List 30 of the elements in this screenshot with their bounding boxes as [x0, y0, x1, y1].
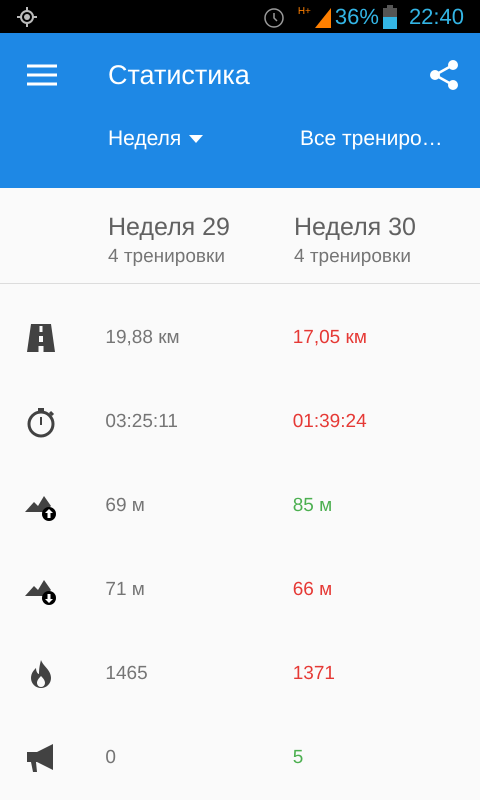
road-icon	[24, 322, 57, 354]
workout-count: 4 тренировки	[108, 245, 226, 270]
week-title: Неделя 29	[108, 212, 231, 243]
battery-percent: 36%	[334, 3, 379, 31]
battery-icon	[382, 4, 397, 28]
stat-value: 69 м	[105, 494, 145, 516]
workout-count: 4 тренировки	[294, 245, 412, 270]
network-type: H+	[298, 5, 311, 19]
stat-value: 01:39:24	[292, 410, 367, 432]
clock: 22:40	[408, 3, 464, 31]
signal-icon	[314, 6, 331, 28]
stat-value: 71 м	[105, 578, 145, 600]
stat-value: 17,05 км	[292, 326, 367, 348]
stat-value: 5	[292, 746, 304, 768]
stat-value: 1371	[292, 662, 335, 684]
stat-value: 1465	[105, 662, 148, 684]
stat-value: 19,88 км	[105, 326, 180, 348]
stat-value: 66 м	[292, 578, 332, 600]
screen-title: Статистика	[108, 58, 251, 92]
week-title: Неделя 30	[294, 212, 417, 243]
location-icon	[16, 6, 38, 28]
filter-dropdown[interactable]: Неделя	[108, 123, 300, 154]
stat-value: 03:25:11	[105, 410, 178, 432]
stopwatch-icon	[24, 406, 57, 438]
caret-icon	[189, 134, 204, 143]
stat-value: 0	[105, 746, 116, 768]
share-icon	[429, 59, 459, 91]
menu-icon	[27, 64, 57, 86]
filter-dropdown[interactable]: Все трениро…	[300, 123, 443, 154]
stat-value: 85 м	[292, 494, 332, 516]
